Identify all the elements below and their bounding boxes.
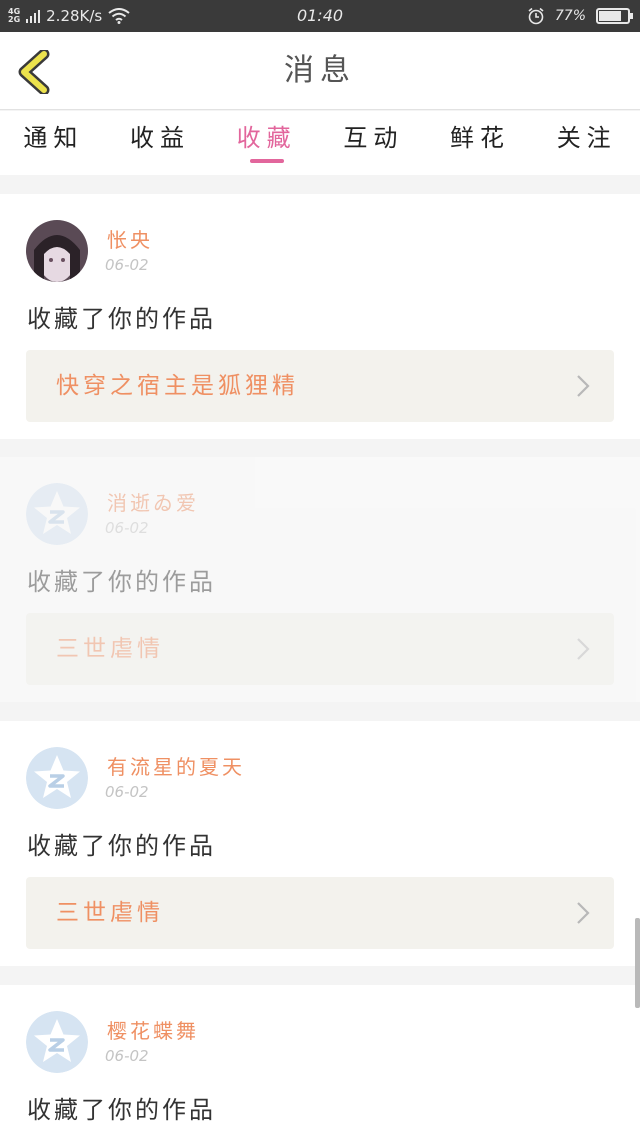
action-text: 收藏了你的作品 [27,1096,216,1124]
message-card: 樱花蝶舞 06-02 收藏了你的作品 [0,985,640,1138]
message-card: 消逝ゐ爱 06-02 收藏了你的作品 三世虐情 [0,457,640,702]
work-title: 快穿之宿主是狐狸精 [56,373,299,399]
work-link[interactable]: 三世虐情 [26,877,614,949]
work-link[interactable]: 三世虐情 [26,613,614,685]
avatar[interactable] [26,747,88,809]
action-text: 收藏了你的作品 [27,832,216,860]
work-link[interactable]: 快穿之宿主是狐狸精 [26,350,614,422]
avatar[interactable] [26,483,88,545]
default-avatar-star-icon [26,483,88,545]
battery-percent: 77% [554,8,586,24]
chevron-right-icon [577,902,590,924]
action-text: 收藏了你的作品 [27,305,216,333]
page-title: 消息 [284,53,356,88]
message-card: 有流星的夏天 06-02 收藏了你的作品 三世虐情 [0,721,640,966]
message-date: 06-02 [105,1047,149,1065]
chevron-right-icon [577,638,590,660]
status-right: 77% [527,0,633,32]
user-name[interactable]: 有流星的夏天 [107,751,245,780]
scrollbar[interactable] [635,918,640,1008]
user-name[interactable]: 怅央 [107,224,153,253]
header: 消息 [0,32,640,110]
tab-earnings[interactable]: 收益 [107,111,214,175]
work-title: 三世虐情 [56,636,164,662]
message-date: 06-02 [105,783,149,801]
status-bar: 4G 2G 2.28K/s 01:40 77% [0,0,640,32]
tab-notice[interactable]: 通知 [0,111,107,175]
alarm-icon [528,7,544,25]
user-name[interactable]: 消逝ゐ爱 [107,487,199,516]
message-card: 怅央 06-02 收藏了你的作品 快穿之宿主是狐狸精 [0,194,640,439]
default-avatar-star-icon [26,1011,88,1073]
work-title: 三世虐情 [56,900,164,926]
default-avatar-star-icon [26,747,88,809]
tab-bar: 通知 收益 收藏 互动 鲜花 关注 [0,111,640,175]
tab-flowers[interactable]: 鲜花 [427,111,534,175]
tab-follow[interactable]: 关注 [533,111,640,175]
avatar[interactable] [26,1011,88,1073]
action-text: 收藏了你的作品 [27,568,216,596]
avatar[interactable] [26,220,88,282]
battery-icon [596,8,633,24]
tab-favorites[interactable]: 收藏 [213,111,320,175]
message-date: 06-02 [105,519,149,537]
message-date: 06-02 [105,256,149,274]
user-name[interactable]: 樱花蝶舞 [107,1015,199,1044]
tab-interaction[interactable]: 互动 [320,111,427,175]
chevron-right-icon [577,375,590,397]
